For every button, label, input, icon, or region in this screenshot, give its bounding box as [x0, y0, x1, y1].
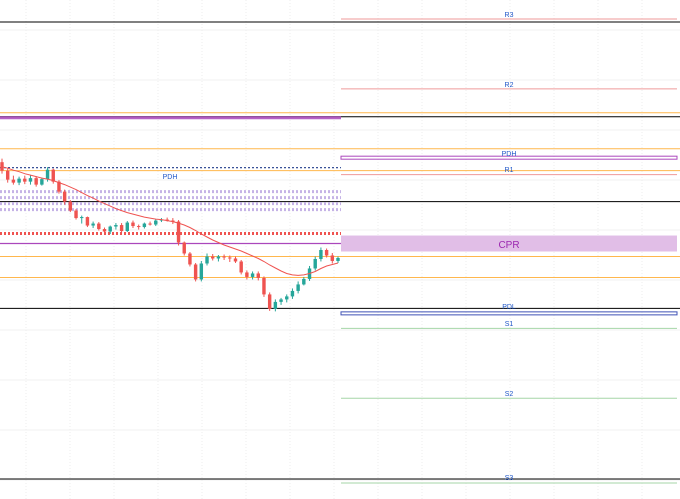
candle-body	[182, 242, 186, 254]
candle-body	[97, 223, 101, 230]
s1-label: S1	[505, 321, 514, 328]
candle-body	[23, 178, 27, 182]
candle-body	[228, 257, 232, 259]
candle-body	[136, 226, 141, 228]
candle-body	[80, 217, 84, 219]
candle-body	[34, 178, 38, 185]
moving-average-line	[1, 166, 339, 276]
candle-body	[11, 179, 16, 183]
candle-body	[211, 256, 215, 259]
candle-body	[324, 249, 329, 256]
candle-body	[239, 261, 243, 273]
candle-body	[85, 217, 90, 226]
candle-body	[74, 210, 78, 219]
candle-body	[68, 201, 73, 211]
candle-body	[102, 229, 107, 232]
candle-body	[119, 225, 124, 232]
s3-label: S3	[505, 475, 514, 482]
r1-label: R1	[505, 167, 514, 174]
s2-label: S2	[505, 391, 514, 398]
candle-body	[279, 299, 283, 302]
candle-body	[262, 277, 266, 295]
candle-body	[176, 221, 181, 243]
candle-body	[40, 179, 44, 185]
pdl-label: PDL	[502, 304, 516, 311]
candle-body	[216, 256, 221, 259]
candle-body	[313, 258, 317, 269]
r3-label: R3	[505, 12, 514, 19]
candle-body	[0, 162, 4, 171]
candle-body	[330, 255, 335, 261]
candle-body	[17, 178, 21, 183]
pdh-label: PDH	[502, 151, 517, 158]
candle-body	[222, 256, 226, 258]
candle-body	[114, 225, 118, 227]
candle-body	[285, 296, 289, 300]
candle-body	[91, 223, 95, 226]
candle-body	[193, 264, 198, 280]
candle-body	[296, 284, 300, 291]
pdh-left-label: PDH	[163, 174, 178, 181]
candle-body	[5, 170, 10, 180]
candle-body	[45, 169, 50, 180]
candle-body	[148, 223, 152, 225]
candle-body	[205, 256, 209, 264]
candle-body	[154, 220, 158, 225]
cpr-label: CPR	[498, 240, 519, 251]
candle-body	[125, 222, 129, 232]
pdl-line	[340, 311, 678, 316]
candle-body	[199, 263, 204, 280]
candle-body	[233, 258, 238, 262]
candle-body	[108, 226, 112, 232]
r2-label: R2	[505, 82, 514, 89]
candle-body	[131, 222, 135, 227]
candle-body	[245, 272, 249, 277]
candle-body	[319, 249, 323, 259]
pivot-chart[interactable]: R3 R2 PDH R1 CPR PDL S1 S2 S3 PDH	[0, 0, 680, 499]
candle-body	[302, 278, 306, 285]
candle-body	[188, 253, 192, 265]
candle-body	[28, 178, 33, 182]
candle-body	[336, 257, 340, 261]
candle-body	[62, 191, 67, 202]
candle-body	[142, 223, 147, 228]
candle-body	[290, 290, 295, 297]
pdh-left-band	[0, 116, 341, 120]
candle-body	[256, 273, 260, 278]
candle-body	[273, 301, 278, 309]
candle-body	[267, 294, 272, 309]
candle-body	[250, 273, 255, 277]
